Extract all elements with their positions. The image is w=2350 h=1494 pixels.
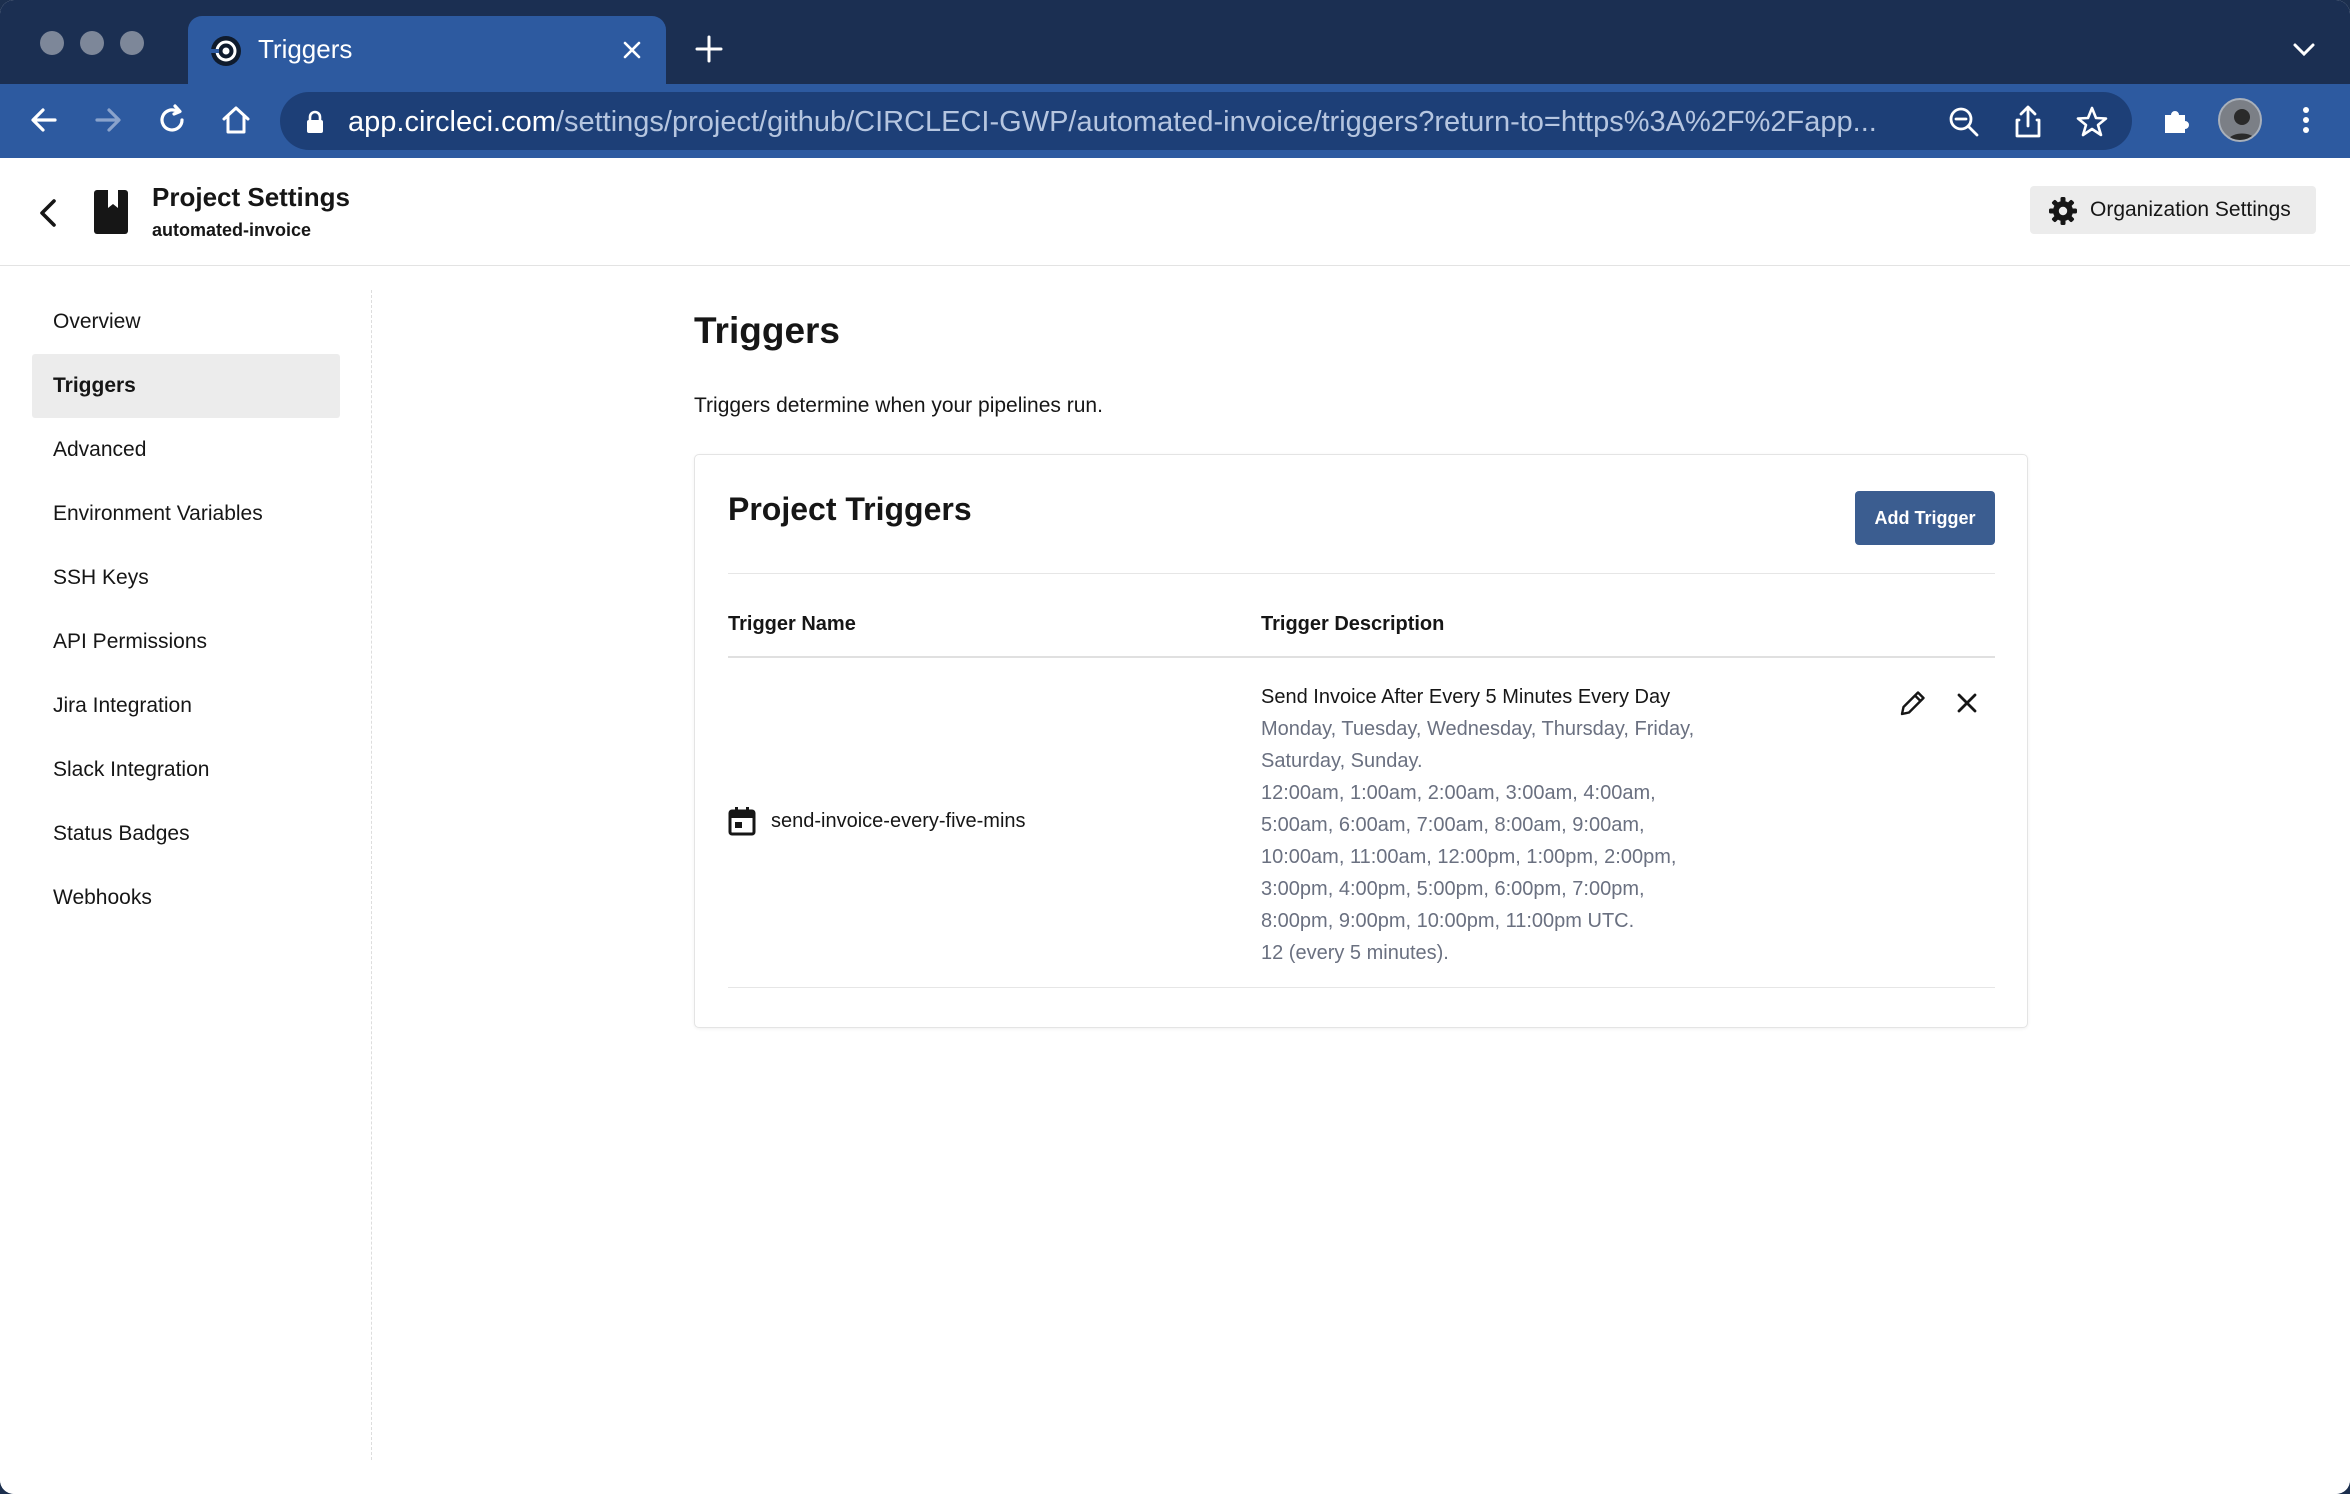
sidebar-item-advanced[interactable]: Advanced [32,418,340,482]
project-triggers-card: Project Triggers Add Trigger Trigger Nam… [694,454,2028,1028]
column-header-trigger-description: Trigger Description [1261,613,1445,635]
divider [728,573,1995,574]
close-icon[interactable] [1953,689,1981,717]
new-tab-icon[interactable] [694,34,724,64]
back-arrow-icon[interactable] [24,100,64,140]
trigger-schedule-line: 8:00pm, 9:00pm, 10:00pm, 11:00pm UTC. [1261,910,1635,932]
url-text[interactable]: app.circleci.com/settings/project/github… [348,106,1877,139]
sidebar-item-slack-integration[interactable]: Slack Integration [32,738,340,802]
chevron-down-icon[interactable] [2287,38,2321,62]
browser-window: Triggers app.circleci.com/settings/proje… [0,0,2350,1494]
add-trigger-button[interactable]: Add Trigger [1855,491,1995,545]
column-header-trigger-name: Trigger Name [728,613,856,635]
tab-title: Triggers [258,34,353,64]
trigger-schedule-line: 3:00pm, 4:00pm, 5:00pm, 6:00pm, 7:00pm, [1261,878,1645,900]
trigger-schedule-line: 5:00am, 6:00am, 7:00am, 8:00am, 9:00am, [1261,814,1645,836]
project-name: automated-invoice [152,220,312,240]
url-host: app.circleci.com [348,106,556,138]
home-icon[interactable] [216,100,256,140]
sidebar-item-label: Triggers [53,374,136,397]
sidebar-item-status-badges[interactable]: Status Badges [32,802,340,866]
sidebar-item-overview[interactable]: Overview [32,290,340,354]
sidebar-item-label: Status Badges [53,822,190,845]
window-minimize-dot[interactable] [80,31,104,55]
sidebar-item-label: Jira Integration [53,694,192,717]
trigger-description: Send Invoice After Every 5 Minutes Every… [1261,681,1731,969]
tab-close-icon[interactable] [618,36,646,64]
sidebar-item-ssh-keys[interactable]: SSH Keys [32,546,340,610]
gear-icon [2049,197,2077,225]
sidebar-item-api-permissions[interactable]: API Permissions [32,610,340,674]
sidebar-item-label: API Permissions [53,630,208,653]
circleci-logo-icon [210,36,241,66]
sidebar-item-label: Advanced [53,438,147,461]
settings-sidebar: Overview Triggers Advanced Environment V… [0,290,372,1460]
project-header: Project Settings automated-invoice Organ… [0,158,2350,266]
sidebar-item-label: Webhooks [53,886,152,909]
reload-icon[interactable] [152,100,192,140]
address-bar[interactable]: app.circleci.com/settings/project/github… [280,92,2132,150]
bookmark-star-icon[interactable] [2074,104,2110,140]
trigger-schedule-line: 10:00am, 11:00am, 12:00pm, 1:00pm, 2:00p… [1261,846,1677,868]
trigger-name[interactable]: send-invoice-every-five-mins [771,810,1026,833]
trigger-schedule-line: Monday, Tuesday, Wednesday, Thursday, Fr… [1261,718,1695,740]
forward-arrow-icon[interactable] [88,100,128,140]
trigger-description-title: Send Invoice After Every 5 Minutes Every… [1261,686,1671,708]
app-content: Project Settings automated-invoice Organ… [0,158,2350,1494]
share-icon[interactable] [2010,104,2046,140]
lock-icon[interactable] [304,110,326,134]
organization-settings-label: Organization Settings [2090,198,2291,221]
url-path: /settings/project/github/CIRCLECI-GWP/au… [555,106,1877,138]
extensions-puzzle-icon[interactable] [2156,100,2196,140]
pencil-icon[interactable] [1897,687,1929,719]
window-zoom-dot[interactable] [120,31,144,55]
trigger-schedule-line: 12 (every 5 minutes). [1261,942,1449,964]
sidebar-item-jira-integration[interactable]: Jira Integration [32,674,340,738]
browser-toolbar: app.circleci.com/settings/project/github… [0,84,2350,158]
card-title: Project Triggers [728,491,972,527]
trigger-schedule-line: 12:00am, 1:00am, 2:00am, 3:00am, 4:00am, [1261,782,1656,804]
sidebar-item-webhooks[interactable]: Webhooks [32,866,340,930]
section-description: Triggers determine when your pipelines r… [694,394,1103,417]
sidebar-item-label: Environment Variables [53,502,263,525]
sidebar-item-triggers[interactable]: Triggers [32,354,340,418]
section-title: Triggers [694,310,840,351]
calendar-icon [728,807,756,836]
chevron-left-icon[interactable] [30,194,68,232]
zoom-out-icon[interactable] [1946,104,1982,140]
avatar[interactable] [2218,98,2262,142]
sidebar-item-environment-variables[interactable]: Environment Variables [32,482,340,546]
page-title: Project Settings [152,182,350,212]
divider [728,656,1995,658]
window-close-dot[interactable] [40,31,64,55]
more-vertical-icon[interactable] [2286,100,2326,140]
browser-tab-active[interactable]: Triggers [188,16,666,84]
sidebar-item-label: Overview [53,310,141,333]
sidebar-item-label: SSH Keys [53,566,149,589]
organization-settings-button[interactable]: Organization Settings [2030,186,2316,234]
sidebar-item-label: Slack Integration [53,758,210,781]
divider [728,987,1995,988]
bookmark-icon [94,190,128,234]
tab-strip: Triggers [0,0,2350,84]
trigger-schedule-line: Saturday, Sunday. [1261,750,1423,772]
